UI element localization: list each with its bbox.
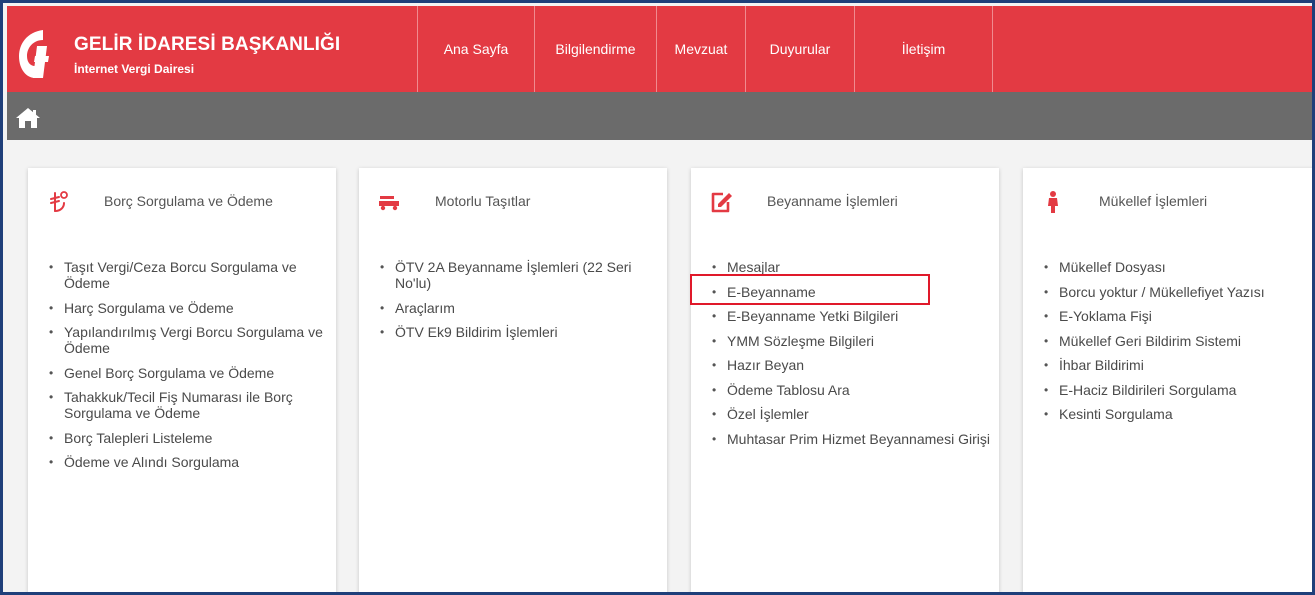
list-item[interactable]: Ödeme Tablosu Ara bbox=[712, 382, 992, 398]
list-item[interactable]: E-Haciz Bildirileri Sorgulama bbox=[1044, 382, 1312, 398]
card-link-list: Taşıt Vergi/Ceza Borcu Sorgulama ve Ödem… bbox=[49, 259, 329, 479]
card-title: Beyanname İşlemleri bbox=[767, 193, 898, 209]
lira-coins-icon bbox=[50, 191, 68, 212]
vehicle-icon bbox=[379, 196, 399, 211]
list-item[interactable]: Mesajlar bbox=[712, 259, 992, 275]
list-item[interactable]: Mükellef Dosyası bbox=[1044, 259, 1312, 275]
list-item[interactable]: Hazır Beyan bbox=[712, 357, 992, 373]
main-nav: Ana Sayfa Bilgilendirme Mevzuat Duyurula… bbox=[417, 6, 993, 92]
nav-duyurular[interactable]: Duyurular bbox=[746, 6, 855, 92]
list-item[interactable]: Ödeme ve Alındı Sorgulama bbox=[49, 454, 329, 470]
list-item[interactable]: Harç Sorgulama ve Ödeme bbox=[49, 300, 329, 316]
card-link-list: ÖTV 2A Beyanname İşlemleri (22 Seri No'l… bbox=[380, 259, 660, 349]
list-item[interactable]: E-Yoklama Fişi bbox=[1044, 308, 1312, 324]
nav-mevzuat[interactable]: Mevzuat bbox=[657, 6, 746, 92]
card-link-list: Mükellef Dosyası Borcu yoktur / Mükellef… bbox=[1044, 259, 1312, 431]
list-item[interactable]: Taşıt Vergi/Ceza Borcu Sorgulama ve Ödem… bbox=[49, 259, 329, 291]
breadcrumb-bar bbox=[7, 92, 1312, 140]
brand-title[interactable]: GELİR İDARESİ BAŞKANLIĞI bbox=[74, 34, 340, 56]
main-content: Borç Sorgulama ve Ödeme Taşıt Vergi/Ceza… bbox=[7, 140, 1312, 592]
nav-ana-sayfa[interactable]: Ana Sayfa bbox=[418, 6, 535, 92]
highlight-box bbox=[690, 274, 930, 305]
list-item[interactable]: Tahakkuk/Tecil Fiş Numarası ile Borç Sor… bbox=[49, 389, 329, 421]
list-item[interactable]: Borcu yoktur / Mükellefiyet Yazısı bbox=[1044, 284, 1312, 300]
card-title: Mükellef İşlemleri bbox=[1099, 193, 1208, 209]
person-icon bbox=[1048, 191, 1058, 213]
list-item[interactable]: E-Beyanname Yetki Bilgileri bbox=[712, 308, 992, 324]
list-item[interactable]: Borç Talepleri Listeleme bbox=[49, 430, 329, 446]
card-mukellef-islemleri: Mükellef İşlemleri Mükellef Dosyası Borc… bbox=[1023, 168, 1312, 592]
brand-subtitle: İnternet Vergi Dairesi bbox=[74, 62, 195, 76]
browser-frame: GELİR İDARESİ BAŞKANLIĞI İnternet Vergi … bbox=[0, 0, 1315, 595]
list-item[interactable]: Muhtasar Prim Hizmet Beyannamesi Girişi bbox=[712, 431, 992, 447]
card-motorlu-tasitlar: Motorlu Taşıtlar ÖTV 2A Beyanname İşleml… bbox=[359, 168, 667, 592]
list-item[interactable]: Araçlarım bbox=[380, 300, 660, 316]
list-item[interactable]: Özel İşlemler bbox=[712, 406, 992, 422]
list-item[interactable]: Mükellef Geri Bildirim Sistemi bbox=[1044, 333, 1312, 349]
card-beyanname-islemleri: Beyanname İşlemleri Mesajlar E-Beyanname… bbox=[691, 168, 999, 592]
nav-bilgilendirme[interactable]: Bilgilendirme bbox=[535, 6, 657, 92]
card-title: Motorlu Taşıtlar bbox=[435, 193, 531, 209]
gib-logo-icon[interactable] bbox=[13, 26, 53, 82]
list-item[interactable]: YMM Sözleşme Bilgileri bbox=[712, 333, 992, 349]
list-item[interactable]: ÖTV 2A Beyanname İşlemleri (22 Seri No'l… bbox=[380, 259, 660, 291]
site-header: GELİR İDARESİ BAŞKANLIĞI İnternet Vergi … bbox=[7, 6, 1312, 92]
list-item[interactable]: Kesinti Sorgulama bbox=[1044, 406, 1312, 422]
edit-document-icon bbox=[711, 192, 732, 213]
list-item[interactable]: ÖTV Ek9 Bildirim İşlemleri bbox=[380, 324, 660, 340]
card-title: Borç Sorgulama ve Ödeme bbox=[104, 193, 273, 209]
list-item[interactable]: Yapılandırılmış Vergi Borcu Sorgulama ve… bbox=[49, 324, 329, 356]
home-icon[interactable] bbox=[15, 107, 41, 129]
list-item[interactable]: Genel Borç Sorgulama ve Ödeme bbox=[49, 365, 329, 381]
list-item[interactable]: İhbar Bildirimi bbox=[1044, 357, 1312, 373]
card-borc-sorgulama: Borç Sorgulama ve Ödeme Taşıt Vergi/Ceza… bbox=[28, 168, 336, 592]
nav-iletisim[interactable]: İletişim bbox=[855, 6, 993, 92]
